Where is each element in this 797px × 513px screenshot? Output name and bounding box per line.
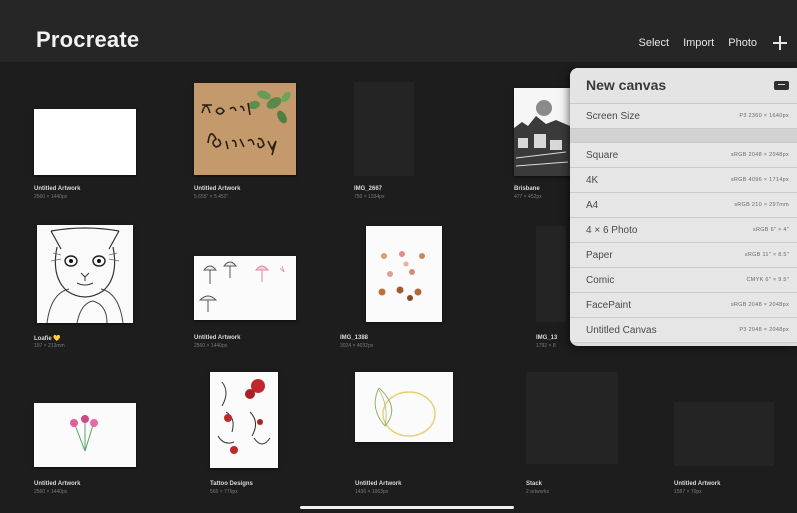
new-folder-icon[interactable]	[774, 81, 789, 90]
canvas-preset-untitled[interactable]: Untitled Canvas P3 2048 × 2048px	[570, 318, 797, 343]
artwork-size: 477 × 452px	[514, 194, 542, 200]
preset-name: Comic	[586, 275, 615, 286]
canvas-preset-square[interactable]: Square sRGB 2048 × 2048px	[570, 143, 797, 168]
canvas-preset-4k[interactable]: 4K sRGB 4096 × 1714px	[570, 168, 797, 193]
stack-title: Stack	[526, 481, 543, 487]
canvas-preset-facepaint[interactable]: FacePaint sRGB 2048 × 2048px	[570, 293, 797, 318]
preset-spec: P3 2360 × 1640px	[739, 113, 789, 119]
section-divider	[570, 129, 797, 143]
artwork-thumbnail[interactable]	[194, 256, 296, 320]
preset-name: FacePaint	[586, 300, 632, 311]
artwork-title: Tattoo Designs	[210, 481, 253, 487]
canvas-preset-4x6-photo[interactable]: 4 × 6 Photo sRGB 6" × 4"	[570, 218, 797, 243]
preset-spec: CMYK 6" × 9.5"	[746, 277, 789, 283]
preset-spec: P3 2048 × 2048px	[739, 327, 789, 333]
preset-spec: sRGB 210 × 297mm	[734, 202, 789, 208]
artwork-title: Untitled Artwork	[34, 186, 81, 192]
artwork-title: Untitled Artwork	[34, 481, 81, 487]
artwork-thumbnail[interactable]	[210, 372, 278, 468]
top-bar: Procreate Select Import Photo	[0, 0, 797, 62]
home-indicator[interactable]	[300, 506, 514, 509]
preset-name: Untitled Canvas	[586, 325, 657, 336]
artwork-title: Brisbane	[514, 186, 540, 192]
artwork-title: IMG_2667	[354, 186, 383, 192]
artwork-size: 1587 × 70px	[674, 489, 702, 495]
select-button[interactable]: Select	[638, 37, 669, 49]
artwork-thumbnail[interactable]	[194, 83, 296, 175]
artwork-thumbnail[interactable]	[354, 82, 414, 176]
app-title: Procreate	[36, 27, 140, 52]
preset-spec: sRGB 6" × 4"	[752, 227, 789, 233]
new-canvas-popover: New canvas Screen Size P3 2360 × 1640px …	[570, 68, 797, 346]
artwork-size: 5.655" × 5.452"	[194, 194, 229, 200]
artwork-size: 565 × 776px	[210, 489, 238, 495]
artwork-title: Untitled Artwork	[194, 335, 241, 341]
canvas-preset-screen-size[interactable]: Screen Size P3 2360 × 1640px	[570, 104, 797, 129]
photo-button[interactable]: Photo	[728, 37, 757, 49]
artwork-size: 1792 × 8	[536, 343, 556, 349]
canvas-preset-comic[interactable]: Comic CMYK 6" × 9.5"	[570, 268, 797, 293]
preset-name: Square	[586, 150, 619, 161]
preset-name: A4	[586, 200, 599, 211]
artwork-title: Untitled Artwork	[355, 481, 402, 487]
new-canvas-header: New canvas	[570, 68, 797, 104]
artwork-size: 3024 × 4032px	[340, 343, 374, 349]
gallery-toolbar: Select Import Photo	[638, 36, 787, 50]
artwork-thumbnail[interactable]	[355, 372, 453, 442]
new-canvas-title: New canvas	[586, 77, 667, 93]
canvas-preset-paper[interactable]: Paper sRGB 11" × 8.5"	[570, 243, 797, 268]
artwork-size: 2560 × 1440px	[34, 489, 68, 495]
artwork-thumbnail[interactable]	[34, 109, 136, 175]
stack-count: 2 artworks	[526, 489, 550, 495]
artwork-thumbnail[interactable]	[366, 226, 442, 322]
preset-spec: sRGB 2048 × 2048px	[730, 302, 789, 308]
artwork-thumbnail[interactable]	[674, 402, 774, 466]
preset-spec: sRGB 11" × 8.5"	[744, 252, 789, 258]
artwork-title: IMG_13	[536, 335, 558, 341]
artwork-size: 750 × 1334px	[354, 194, 385, 200]
import-button[interactable]: Import	[683, 37, 714, 49]
preset-spec: sRGB 4096 × 1714px	[730, 177, 789, 183]
canvas-preset-a4[interactable]: A4 sRGB 210 × 297mm	[570, 193, 797, 218]
preset-name: Paper	[586, 250, 613, 261]
artwork-size: 2560 × 1440px	[194, 343, 228, 349]
artwork-title: Untitled Artwork	[674, 481, 721, 487]
artwork-title: Loafie 💛	[34, 336, 61, 342]
artwork-size: 2560 × 1440px	[34, 194, 68, 200]
artwork-size: 1436 × 1063px	[355, 489, 389, 495]
artwork-title: Untitled Artwork	[194, 186, 241, 192]
artwork-thumbnail[interactable]	[536, 226, 566, 322]
preset-name: 4 × 6 Photo	[586, 225, 638, 236]
artwork-thumbnail[interactable]	[514, 88, 570, 176]
artwork-size: 197 × 213mm	[34, 343, 65, 349]
preset-name: 4K	[586, 175, 599, 186]
artwork-title: IMG_1388	[340, 335, 369, 341]
preset-spec: sRGB 2048 × 2048px	[730, 152, 789, 158]
preset-name: Screen Size	[586, 111, 640, 122]
artwork-thumbnail[interactable]	[37, 225, 133, 323]
stack-thumbnail[interactable]	[526, 372, 618, 464]
plus-icon[interactable]	[773, 36, 787, 50]
artwork-thumbnail[interactable]	[34, 403, 136, 467]
